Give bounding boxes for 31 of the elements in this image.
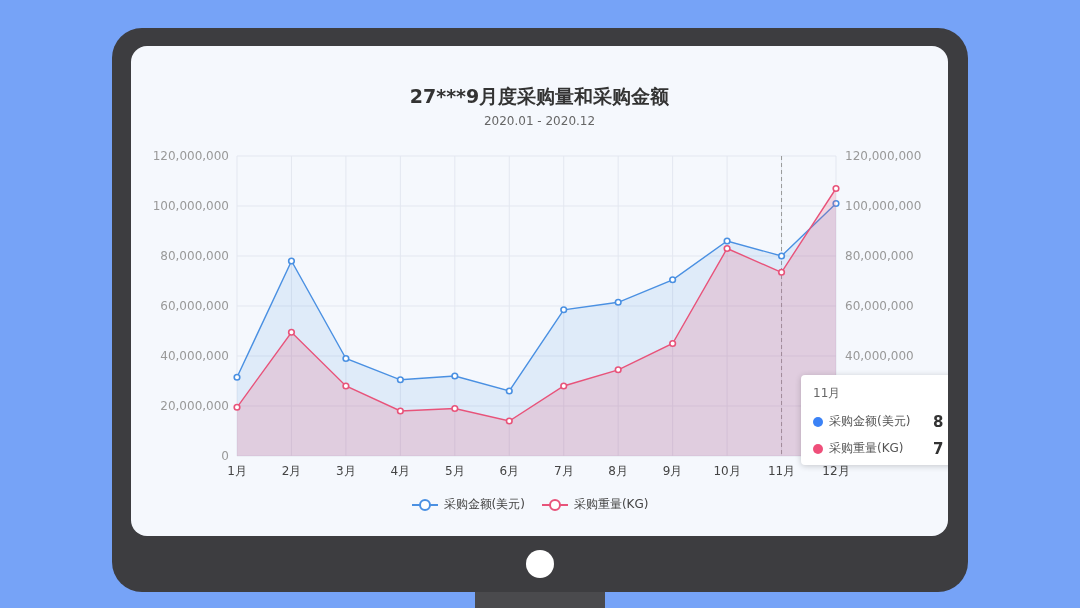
axis-label: 120,000,000 (845, 149, 922, 163)
axis-label: 120,000,000 (152, 149, 229, 163)
axis-label: 2月 (281, 464, 302, 478)
axis-label: 0 (221, 449, 229, 463)
axis-label: 10月 (713, 464, 741, 478)
axis-label: 1月 (227, 464, 247, 478)
axis-label: 100,000,000 (845, 199, 922, 213)
axis-label: 3月 (336, 464, 356, 478)
axis-label: 4月 (390, 464, 411, 478)
axis-label: 11月 (767, 464, 796, 478)
tooltip-value: 8 (933, 412, 944, 431)
tooltip-label: 采购金额(美元) (829, 413, 912, 430)
axis-label: 40,000,000 (160, 349, 229, 363)
tooltip-title: 11月 (813, 385, 842, 402)
axis-label: 80,000,000 (160, 249, 229, 263)
axis-label: 8月 (608, 464, 628, 478)
axis-label: 20,000,000 (160, 399, 229, 413)
axis-label: 60,000,000 (845, 299, 914, 313)
chart-subtitle: 2020.01 - 2020.12 (483, 114, 596, 128)
axis-label: 7月 (553, 464, 574, 478)
axis-label: 80,000,000 (845, 249, 914, 263)
axis-label: 100,000,000 (152, 199, 229, 213)
axis-label: 60,000,000 (160, 299, 229, 313)
chart-title: 27***9月度采购量和采购金额 (409, 84, 670, 108)
tooltip-value: 7 (933, 439, 944, 458)
axis-label: 40,000,000 (845, 349, 914, 363)
tooltip-label: 采购重量(KG) (829, 440, 905, 457)
axis-label: 12月 (822, 464, 850, 478)
axis-label: 5月 (445, 464, 465, 478)
axis-label: 9月 (662, 464, 683, 478)
axis-label: 6月 (499, 464, 520, 478)
